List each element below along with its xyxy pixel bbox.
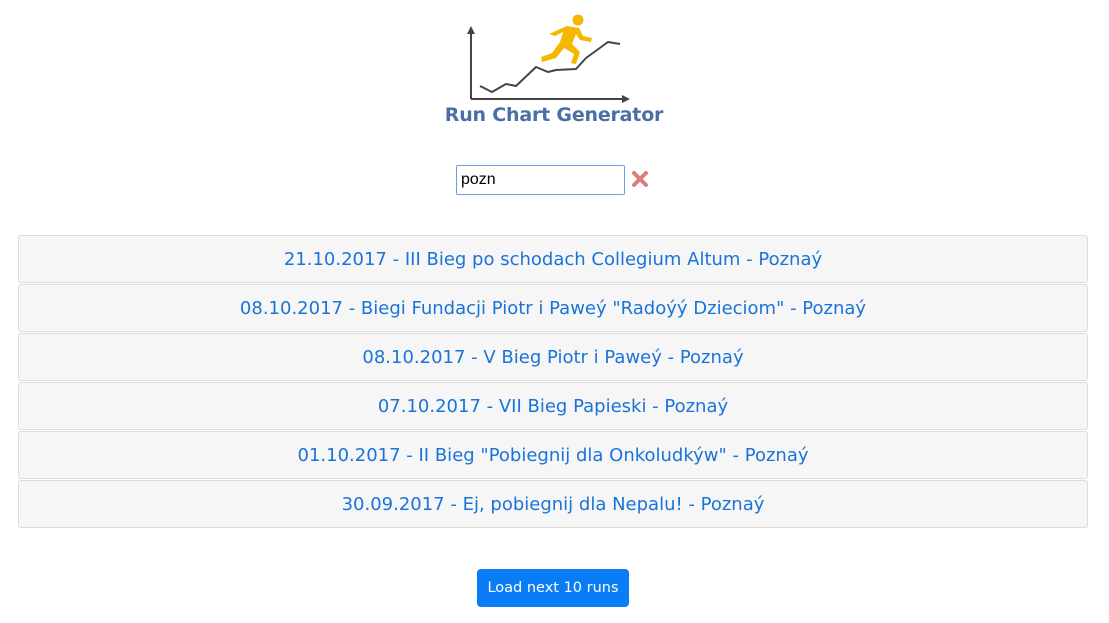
run-link[interactable]: 08.10.2017 - V Bieg Piotr i Paweý - Pozn… bbox=[362, 347, 743, 368]
run-link[interactable]: 07.10.2017 - VII Bieg Papieski - Poznaý bbox=[378, 396, 728, 417]
runs-list: 21.10.2017 - III Bieg po schodach Colleg… bbox=[18, 235, 1088, 529]
close-x-icon[interactable] bbox=[630, 169, 650, 189]
run-list-item[interactable]: 07.10.2017 - VII Bieg Papieski - Poznaý bbox=[18, 382, 1088, 430]
run-list-item[interactable]: 08.10.2017 - V Bieg Piotr i Paweý - Pozn… bbox=[18, 333, 1088, 381]
run-link[interactable]: 08.10.2017 - Biegi Fundacji Piotr i Pawe… bbox=[240, 298, 866, 319]
run-link[interactable]: 01.10.2017 - II Bieg "Pobiegnij dla Onko… bbox=[298, 445, 809, 466]
run-list-item[interactable]: 21.10.2017 - III Bieg po schodach Colleg… bbox=[18, 235, 1088, 283]
page: Run Chart Generator 21.10.2017 - III Bie… bbox=[0, 0, 1109, 623]
run-chart-logo-icon bbox=[467, 14, 630, 103]
search-input[interactable] bbox=[456, 165, 625, 195]
run-list-item[interactable]: 08.10.2017 - Biegi Fundacji Piotr i Pawe… bbox=[18, 284, 1088, 332]
logo-title: Run Chart Generator bbox=[444, 104, 664, 126]
run-link[interactable]: 30.09.2017 - Ej, pobiegnij dla Nepalu! -… bbox=[342, 494, 765, 515]
run-list-item[interactable]: 30.09.2017 - Ej, pobiegnij dla Nepalu! -… bbox=[18, 480, 1088, 528]
run-link[interactable]: 21.10.2017 - III Bieg po schodach Colleg… bbox=[284, 249, 822, 270]
logo: Run Chart Generator bbox=[436, 12, 672, 134]
run-list-item[interactable]: 01.10.2017 - II Bieg "Pobiegnij dla Onko… bbox=[18, 431, 1088, 479]
load-next-runs-button[interactable]: Load next 10 runs bbox=[477, 569, 629, 607]
